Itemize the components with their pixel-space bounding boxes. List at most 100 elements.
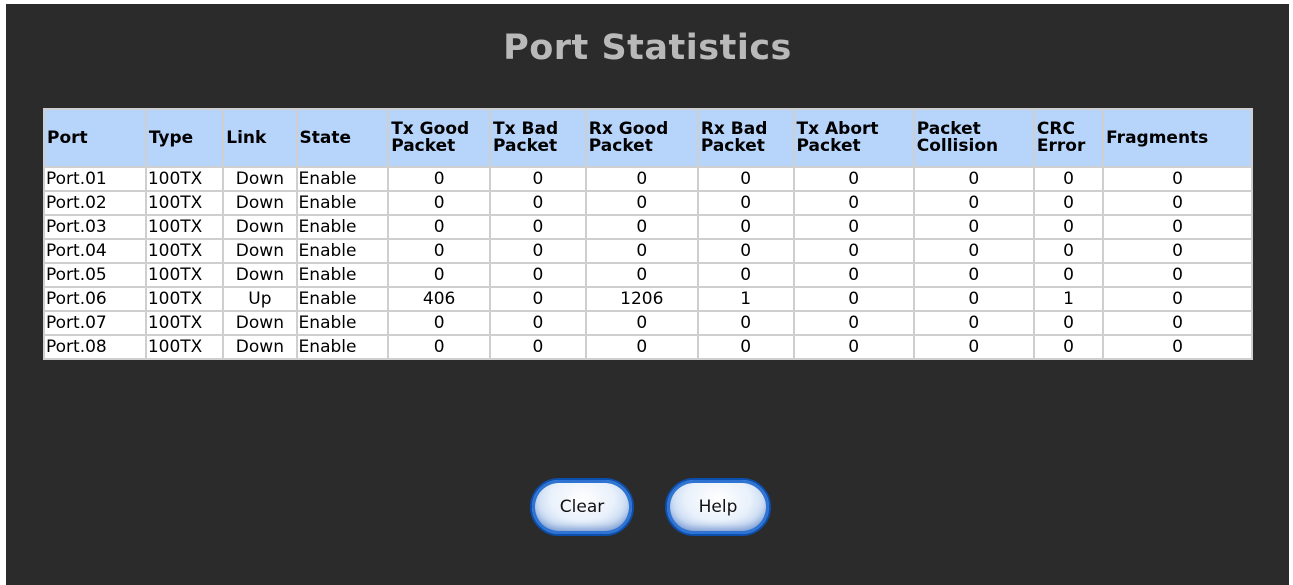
header-tx-bad-packet: Tx Bad Packet [491, 110, 585, 166]
cell-port: Port.02 [45, 192, 145, 214]
cell-tx-abort-packet: 0 [794, 168, 913, 190]
cell-tx-abort-packet: 0 [794, 216, 913, 238]
cell-packet-collision: 0 [914, 192, 1033, 214]
cell-fragments: 0 [1104, 312, 1251, 334]
cell-link: Down [224, 336, 296, 358]
cell-state: Enable [297, 312, 388, 334]
cell-crc-error: 0 [1034, 264, 1103, 286]
cell-link: Down [224, 216, 296, 238]
cell-packet-collision: 0 [914, 312, 1033, 334]
header-port: Port [45, 110, 145, 166]
table-row: Port.04 100TX Down Enable 0 0 0 0 0 0 0 0 [45, 240, 1251, 262]
cell-port: Port.04 [45, 240, 145, 262]
header-packet-collision: Packet Collision [914, 110, 1033, 166]
port-statistics-panel: Port Statistics Port Type Link State Tx … [6, 4, 1289, 585]
cell-fragments: 0 [1104, 336, 1251, 358]
cell-port: Port.08 [45, 336, 145, 358]
header-link: Link [224, 110, 296, 166]
cell-type: 100TX [146, 168, 223, 190]
cell-rx-bad-packet: 0 [698, 264, 793, 286]
cell-packet-collision: 0 [914, 216, 1033, 238]
cell-type: 100TX [146, 288, 223, 310]
header-tx-good-packet: Tx Good Packet [389, 110, 490, 166]
cell-state: Enable [297, 192, 388, 214]
cell-packet-collision: 0 [914, 168, 1033, 190]
table-row: Port.08 100TX Down Enable 0 0 0 0 0 0 0 0 [45, 336, 1251, 358]
cell-tx-bad-packet: 0 [491, 288, 585, 310]
cell-type: 100TX [146, 240, 223, 262]
cell-rx-good-packet: 0 [586, 240, 697, 262]
cell-crc-error: 0 [1034, 216, 1103, 238]
cell-link: Up [224, 288, 296, 310]
cell-tx-abort-packet: 0 [794, 312, 913, 334]
cell-port: Port.03 [45, 216, 145, 238]
cell-tx-good-packet: 0 [389, 168, 490, 190]
header-state: State [297, 110, 388, 166]
cell-link: Down [224, 264, 296, 286]
cell-type: 100TX [146, 216, 223, 238]
header-tx-abort-packet: Tx Abort Packet [794, 110, 913, 166]
cell-packet-collision: 0 [914, 264, 1033, 286]
cell-tx-good-packet: 0 [389, 216, 490, 238]
cell-state: Enable [297, 288, 388, 310]
cell-tx-bad-packet: 0 [491, 216, 585, 238]
cell-crc-error: 0 [1034, 312, 1103, 334]
cell-rx-bad-packet: 0 [698, 336, 793, 358]
cell-packet-collision: 0 [914, 336, 1033, 358]
cell-rx-good-packet: 0 [586, 312, 697, 334]
cell-fragments: 0 [1104, 168, 1251, 190]
table-row: Port.02 100TX Down Enable 0 0 0 0 0 0 0 0 [45, 192, 1251, 214]
cell-tx-good-packet: 406 [389, 288, 490, 310]
cell-tx-abort-packet: 0 [794, 192, 913, 214]
table-row: Port.06 100TX Up Enable 406 0 1206 1 0 0 1 0 [45, 288, 1251, 310]
clear-button-label: Clear [559, 497, 605, 517]
table-header-row: Port Type Link State Tx Good Packet Tx Ba… [45, 110, 1251, 166]
help-button-label: Help [698, 497, 738, 517]
cell-crc-error: 0 [1034, 168, 1103, 190]
cell-tx-bad-packet: 0 [491, 312, 585, 334]
cell-fragments: 0 [1104, 288, 1251, 310]
table-row: Port.01 100TX Down Enable 0 0 0 0 0 0 0 0 [45, 168, 1251, 190]
cell-type: 100TX [146, 336, 223, 358]
header-rx-good-packet: Rx Good Packet [586, 110, 697, 166]
header-rx-bad-packet: Rx Bad Packet [698, 110, 793, 166]
cell-tx-good-packet: 0 [389, 336, 490, 358]
help-button[interactable]: Help [665, 478, 771, 536]
table-body: Port.01 100TX Down Enable 0 0 0 0 0 0 0 0 Port.02 100… [45, 168, 1251, 358]
cell-crc-error: 0 [1034, 192, 1103, 214]
cell-port: Port.07 [45, 312, 145, 334]
table-row: Port.05 100TX Down Enable 0 0 0 0 0 0 0 0 [45, 264, 1251, 286]
port-statistics-table: Port Type Link State Tx Good Packet Tx Ba… [43, 108, 1253, 360]
cell-link: Down [224, 192, 296, 214]
cell-type: 100TX [146, 192, 223, 214]
cell-link: Down [224, 240, 296, 262]
cell-tx-bad-packet: 0 [491, 336, 585, 358]
cell-state: Enable [297, 168, 388, 190]
cell-fragments: 0 [1104, 240, 1251, 262]
cell-rx-bad-packet: 1 [698, 288, 793, 310]
header-type: Type [146, 110, 223, 166]
table-row: Port.03 100TX Down Enable 0 0 0 0 0 0 0 0 [45, 216, 1251, 238]
cell-rx-good-packet: 0 [586, 192, 697, 214]
cell-tx-good-packet: 0 [389, 264, 490, 286]
cell-rx-good-packet: 0 [586, 264, 697, 286]
cell-tx-abort-packet: 0 [794, 240, 913, 262]
cell-fragments: 0 [1104, 264, 1251, 286]
cell-rx-bad-packet: 0 [698, 216, 793, 238]
cell-packet-collision: 0 [914, 240, 1033, 262]
cell-state: Enable [297, 240, 388, 262]
cell-tx-bad-packet: 0 [491, 264, 585, 286]
cell-state: Enable [297, 216, 388, 238]
cell-port: Port.06 [45, 288, 145, 310]
cell-tx-good-packet: 0 [389, 312, 490, 334]
clear-button[interactable]: Clear [530, 478, 634, 536]
cell-tx-good-packet: 0 [389, 240, 490, 262]
cell-type: 100TX [146, 264, 223, 286]
cell-rx-good-packet: 0 [586, 168, 697, 190]
cell-fragments: 0 [1104, 192, 1251, 214]
cell-rx-good-packet: 0 [586, 336, 697, 358]
cell-state: Enable [297, 336, 388, 358]
cell-rx-bad-packet: 0 [698, 168, 793, 190]
table-row: Port.07 100TX Down Enable 0 0 0 0 0 0 0 0 [45, 312, 1251, 334]
cell-link: Down [224, 312, 296, 334]
